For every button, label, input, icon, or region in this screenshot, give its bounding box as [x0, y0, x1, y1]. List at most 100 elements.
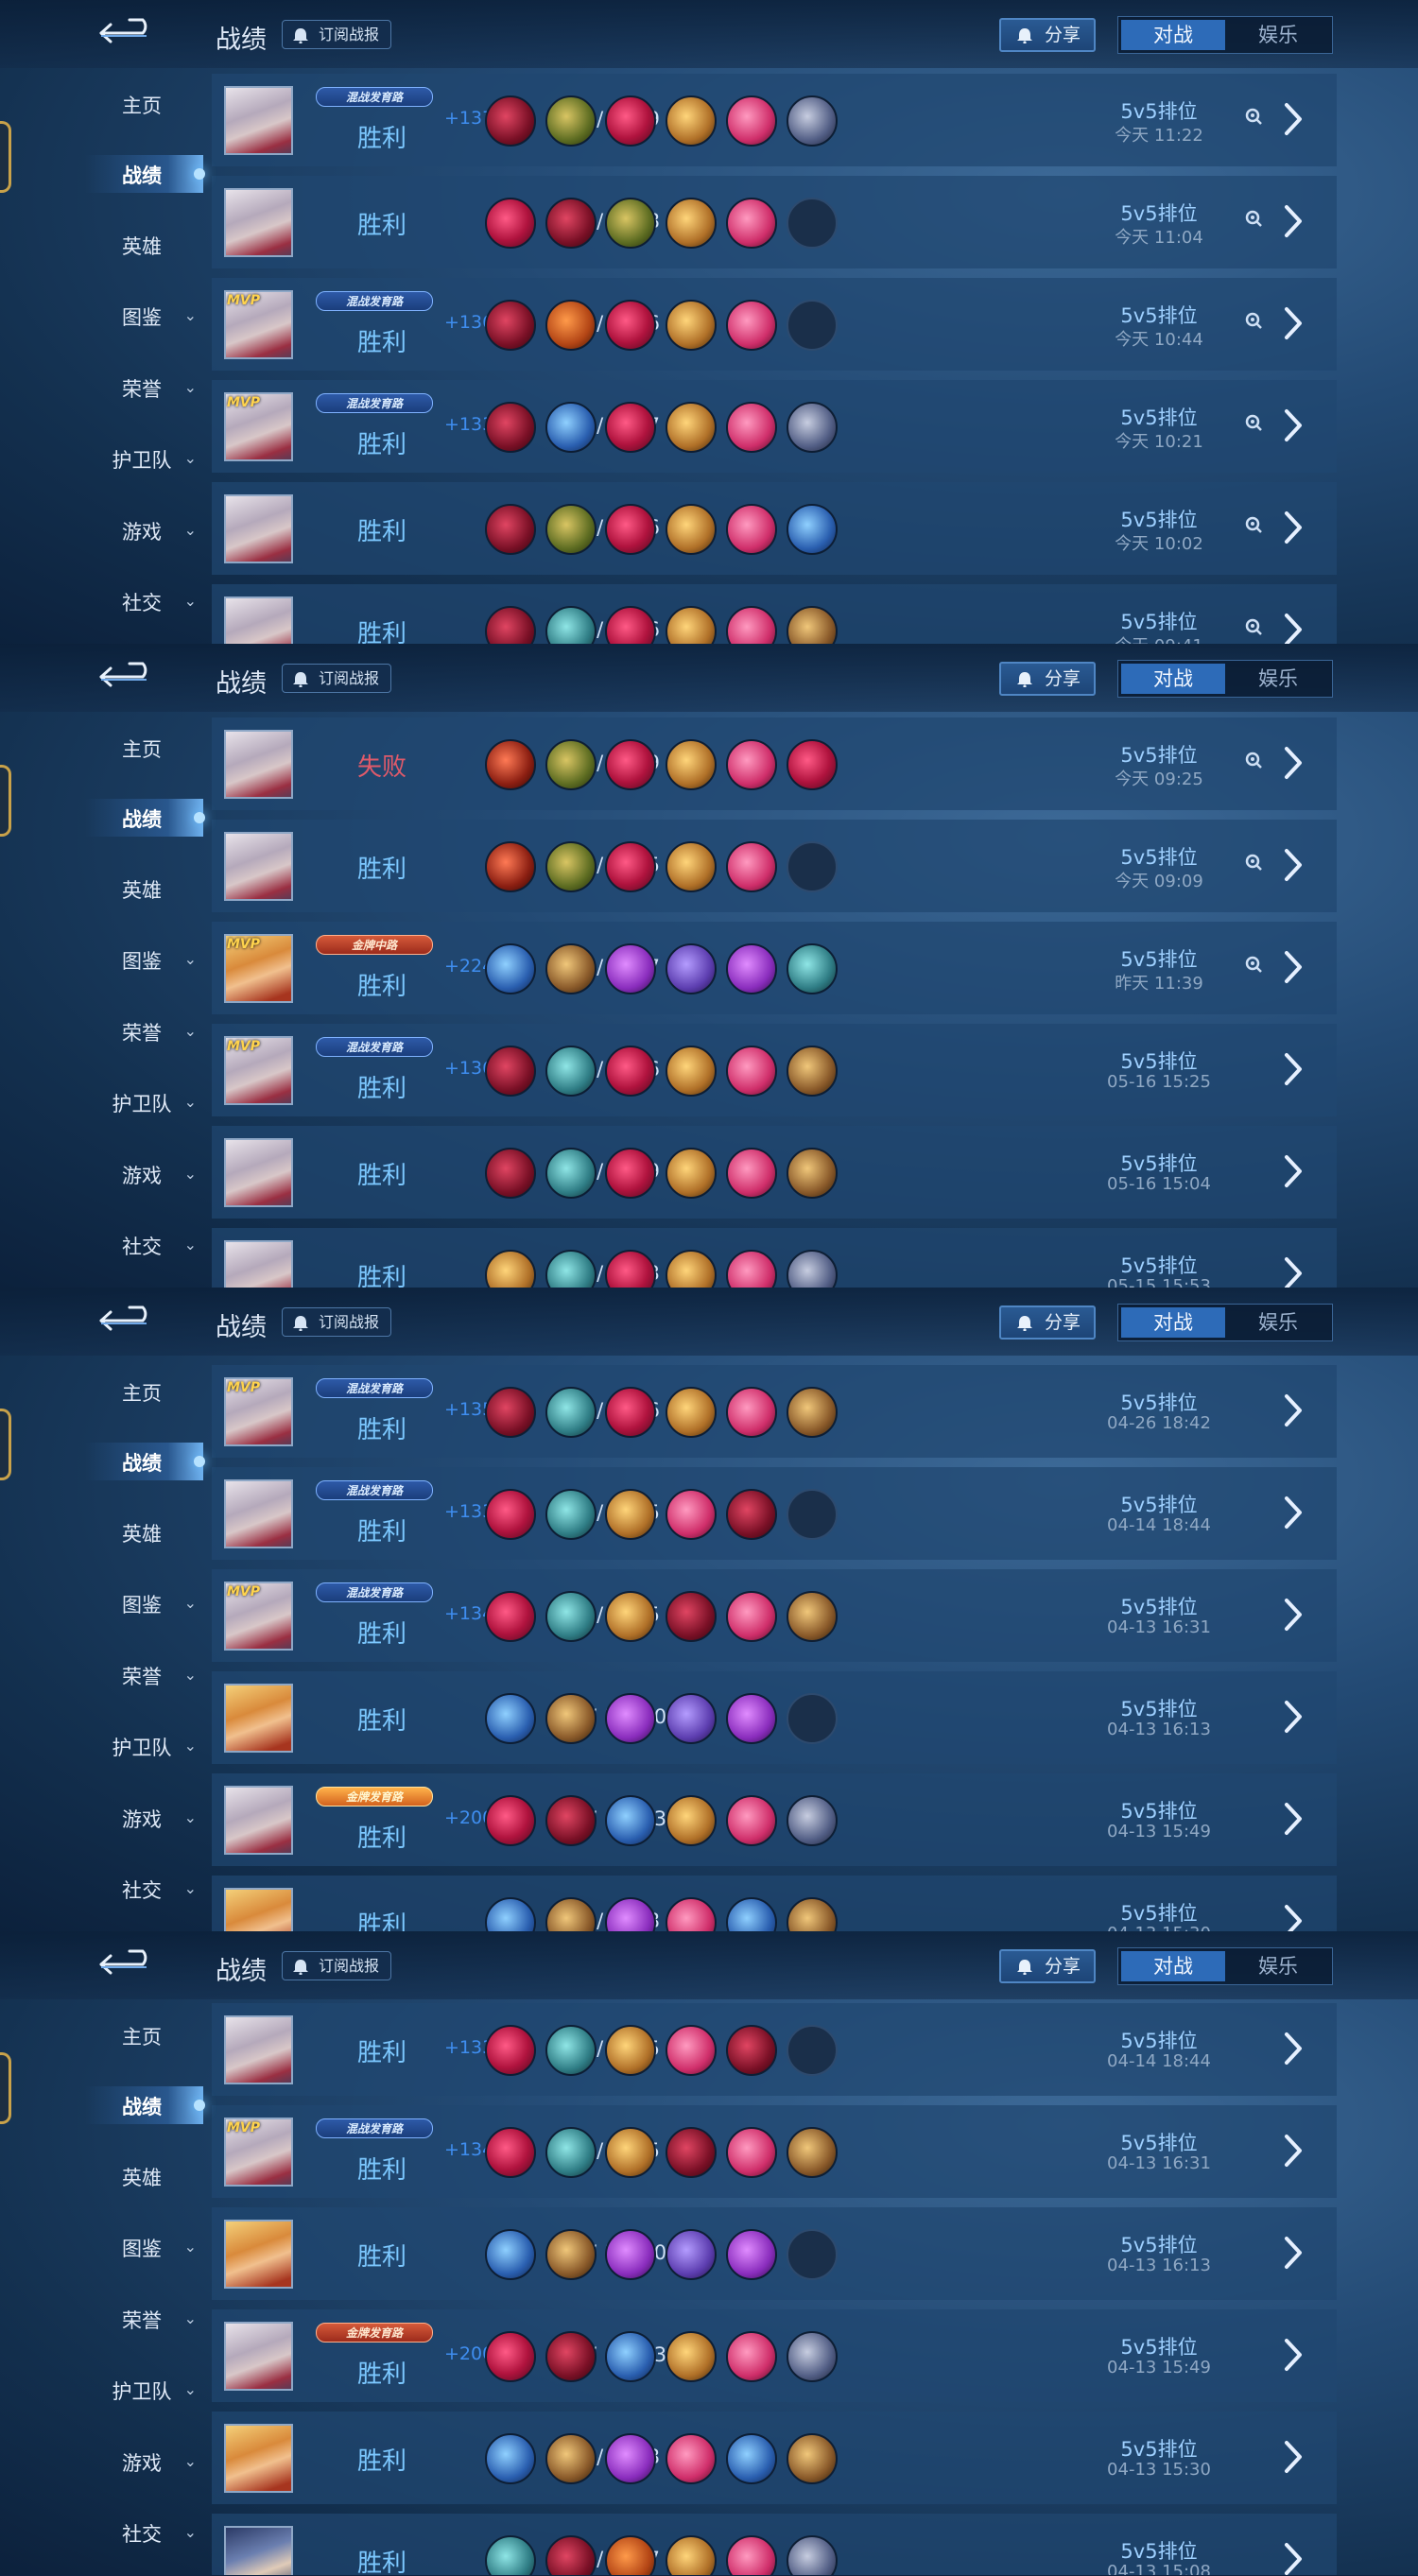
- replay-view-icon[interactable]: [1242, 953, 1263, 974]
- subscribe-report-button[interactable]: 订阅战报: [282, 20, 392, 49]
- chevron-right-icon[interactable]: [1282, 1254, 1306, 1288]
- hero-avatar[interactable]: [224, 2322, 293, 2391]
- hero-avatar[interactable]: MVP: [224, 1582, 293, 1651]
- hero-avatar[interactable]: MVP: [224, 1377, 293, 1446]
- chevron-right-icon[interactable]: [1282, 2030, 1306, 2067]
- match-row[interactable]: MVP金牌中路胜利+2246 / 3 / 75v5排位昨天 11:39: [212, 922, 1337, 1014]
- replay-view-icon[interactable]: [1242, 207, 1263, 228]
- hero-avatar[interactable]: [224, 1786, 293, 1855]
- replay-view-icon[interactable]: [1242, 411, 1263, 432]
- match-row[interactable]: 胜利3 / 3 / 105v5排位04-13 16:13: [212, 1671, 1337, 1764]
- back-icon[interactable]: [97, 1948, 160, 1980]
- chevron-right-icon[interactable]: [1282, 846, 1306, 884]
- sidebar-item[interactable]: 护卫队 ⌄: [76, 445, 208, 483]
- sidebar-item[interactable]: 英雄: [76, 232, 208, 269]
- sidebar-item[interactable]: 游戏 ⌄: [76, 1161, 208, 1199]
- sidebar-edge-handle[interactable]: [0, 2052, 11, 2124]
- sidebar-item[interactable]: 图鉴 ⌄: [76, 303, 208, 340]
- sidebar-item[interactable]: 英雄: [76, 2163, 208, 2201]
- tab-battle[interactable]: 对战: [1121, 20, 1225, 50]
- replay-view-icon[interactable]: [1242, 615, 1263, 636]
- chevron-right-icon[interactable]: [1282, 1596, 1306, 1634]
- sidebar-item[interactable]: 主页: [76, 2022, 208, 2060]
- match-row[interactable]: 金牌发育路胜利+2005 / 1 / 135v5排位04-13 15:49: [212, 2309, 1337, 2402]
- sidebar-item[interactable]: 荣誉 ⌄: [76, 2306, 208, 2343]
- sidebar-edge-handle[interactable]: [0, 765, 11, 837]
- hero-avatar[interactable]: [224, 86, 293, 155]
- tab-entertainment[interactable]: 娱乐: [1226, 664, 1330, 694]
- replay-view-icon[interactable]: [1242, 309, 1263, 330]
- chevron-right-icon[interactable]: [1282, 2438, 1306, 2476]
- sidebar-item[interactable]: 英雄: [76, 1519, 208, 1557]
- match-row[interactable]: MVP混战发育路胜利+1347 / 2 / 55v5排位04-13 16:31: [212, 2105, 1337, 2198]
- sidebar-item[interactable]: 社交 ⌄: [76, 1876, 208, 1913]
- match-row[interactable]: 胜利4 / 5 / 65v5排位今天 09:41: [212, 584, 1337, 644]
- share-button[interactable]: 分享: [999, 1949, 1096, 1983]
- sidebar-item[interactable]: 护卫队 ⌄: [76, 2377, 208, 2414]
- match-row[interactable]: 胜利5 / 4 / 85v5排位今天 11:04: [212, 176, 1337, 268]
- hero-avatar[interactable]: [224, 2015, 293, 2084]
- match-row[interactable]: MVP混战发育路胜利+1334 / 0 / 75v5排位今天 10:21: [212, 380, 1337, 473]
- match-row[interactable]: 胜利4 / 4 / 85v5排位04-13 15:30: [212, 2412, 1337, 2504]
- chevron-right-icon[interactable]: [1282, 202, 1306, 240]
- hero-avatar[interactable]: [224, 730, 293, 799]
- chevron-right-icon[interactable]: [1282, 100, 1306, 138]
- sidebar-item[interactable]: 游戏 ⌄: [76, 2448, 208, 2486]
- match-row[interactable]: MVP混战发育路胜利+1368 / 2 / 65v5排位05-16 15:25: [212, 1024, 1337, 1116]
- sidebar-item[interactable]: 荣誉 ⌄: [76, 1018, 208, 1056]
- hero-avatar[interactable]: [224, 2424, 293, 2493]
- chevron-right-icon[interactable]: [1282, 1494, 1306, 1531]
- match-row[interactable]: 胜利4 / 5 / 75v5排位04-13 15:08: [212, 2514, 1337, 2575]
- chevron-right-icon[interactable]: [1282, 1152, 1306, 1190]
- hero-avatar[interactable]: MVP: [224, 290, 293, 359]
- sidebar-item[interactable]: 游戏 ⌄: [76, 517, 208, 555]
- match-row[interactable]: MVP混战发育路胜利+1347 / 2 / 55v5排位04-13 16:31: [212, 1569, 1337, 1662]
- sidebar-item[interactable]: 图鉴 ⌄: [76, 1590, 208, 1628]
- chevron-right-icon[interactable]: [1282, 1698, 1306, 1736]
- match-row[interactable]: 胜利+1335 / 0 / 55v5排位04-14 18:44: [212, 2003, 1337, 2096]
- match-row[interactable]: 失败4 / 4 / 95v5排位今天 09:25: [212, 717, 1337, 810]
- chevron-right-icon[interactable]: [1282, 406, 1306, 444]
- sidebar-item[interactable]: 荣誉 ⌄: [76, 1662, 208, 1700]
- sidebar-item[interactable]: 荣誉 ⌄: [76, 374, 208, 412]
- hero-avatar[interactable]: [224, 1138, 293, 1207]
- sidebar-item[interactable]: 主页: [76, 735, 208, 772]
- subscribe-report-button[interactable]: 订阅战报: [282, 1951, 392, 1980]
- chevron-right-icon[interactable]: [1282, 948, 1306, 986]
- chevron-right-icon[interactable]: [1282, 1902, 1306, 1931]
- match-row[interactable]: 胜利3 / 2 / 65v5排位今天 10:02: [212, 482, 1337, 575]
- back-icon[interactable]: [97, 661, 160, 693]
- sidebar-item[interactable]: 战绩: [76, 1448, 208, 1486]
- chevron-right-icon[interactable]: [1282, 2336, 1306, 2374]
- share-button[interactable]: 分享: [999, 662, 1096, 696]
- chevron-right-icon[interactable]: [1282, 1800, 1306, 1838]
- chevron-right-icon[interactable]: [1282, 611, 1306, 644]
- sidebar-item[interactable]: 主页: [76, 1378, 208, 1416]
- sidebar-item[interactable]: 护卫队 ⌄: [76, 1089, 208, 1127]
- back-icon[interactable]: [97, 17, 160, 49]
- match-row[interactable]: MVP混战发育路胜利+1365 / 0 / 65v5排位今天 10:44: [212, 278, 1337, 371]
- chevron-right-icon[interactable]: [1282, 2540, 1306, 2575]
- hero-avatar[interactable]: [224, 1479, 293, 1548]
- chevron-right-icon[interactable]: [1282, 1392, 1306, 1429]
- tab-entertainment[interactable]: 娱乐: [1226, 1951, 1330, 1981]
- tab-entertainment[interactable]: 娱乐: [1226, 1307, 1330, 1338]
- chevron-right-icon[interactable]: [1282, 1050, 1306, 1088]
- sidebar-item[interactable]: 英雄: [76, 875, 208, 913]
- tab-battle[interactable]: 对战: [1121, 664, 1225, 694]
- subscribe-report-button[interactable]: 订阅战报: [282, 664, 392, 693]
- hero-avatar[interactable]: [224, 596, 293, 644]
- match-row[interactable]: 胜利3 / 2 / 95v5排位05-16 15:04: [212, 1126, 1337, 1219]
- match-row[interactable]: 胜利3 / 3 / 105v5排位04-13 16:13: [212, 2207, 1337, 2300]
- sidebar-edge-handle[interactable]: [0, 121, 11, 193]
- sidebar-item[interactable]: 社交 ⌄: [76, 2519, 208, 2557]
- sidebar-item[interactable]: 社交 ⌄: [76, 1232, 208, 1270]
- match-row[interactable]: 混战发育路胜利+1335 / 0 / 55v5排位04-14 18:44: [212, 1467, 1337, 1560]
- sidebar-item[interactable]: 战绩: [76, 804, 208, 842]
- sidebar-item[interactable]: 游戏 ⌄: [76, 1805, 208, 1842]
- hero-avatar[interactable]: [224, 1684, 293, 1753]
- match-row[interactable]: 胜利4 / 4 / 85v5排位04-13 15:30: [212, 1876, 1337, 1931]
- hero-avatar[interactable]: [224, 2526, 293, 2575]
- subscribe-report-button[interactable]: 订阅战报: [282, 1307, 392, 1337]
- sidebar-item[interactable]: 图鉴 ⌄: [76, 946, 208, 984]
